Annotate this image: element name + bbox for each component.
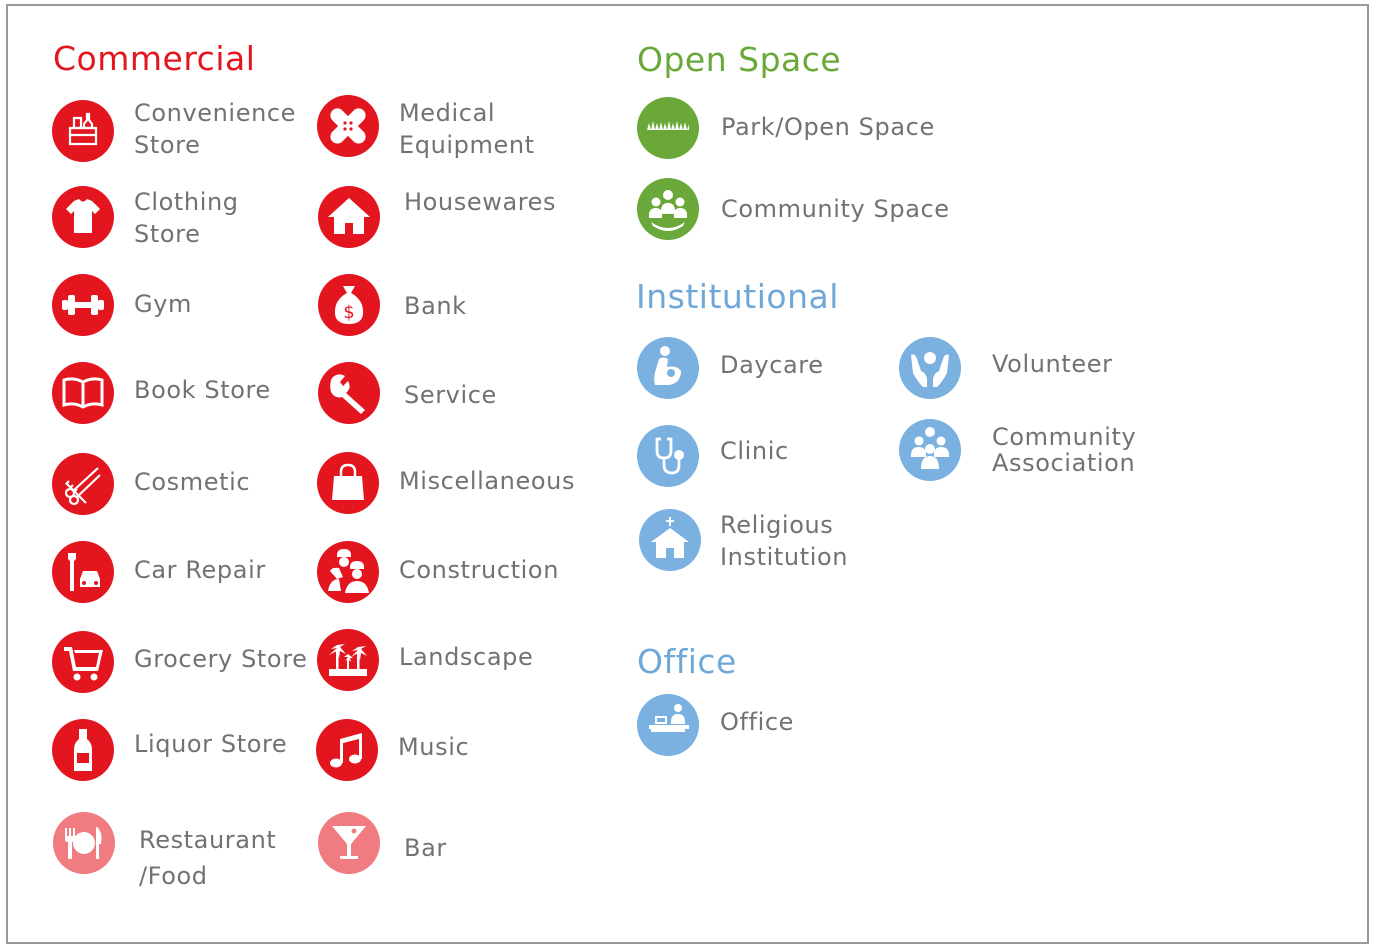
institutional-heading: Institutional [636, 277, 839, 316]
svg-text:$: $ [343, 302, 354, 323]
legend-label-music: Music [398, 733, 470, 761]
legend-label-clinic: Clinic [720, 437, 789, 465]
legend-label-clothing-store: Clothing Store [134, 188, 239, 248]
cart-icon [52, 631, 114, 693]
legend-label-grocery-store: Grocery Store [134, 645, 308, 673]
shop-bag-icon [52, 100, 114, 162]
music-note-icon [316, 719, 378, 781]
legend-label-office: Office [720, 708, 795, 736]
church-icon [639, 509, 701, 571]
open-space-heading: Open Space [637, 40, 842, 79]
bottle-icon [52, 719, 114, 781]
dumbbell-icon [52, 274, 114, 336]
legend-label-religious-institution: Religious Institution [720, 511, 849, 571]
workers-icon [317, 541, 379, 603]
legend-label-miscellaneous: Miscellaneous [399, 467, 576, 495]
legend-label-community-space: Community Space [721, 195, 950, 223]
book-icon [52, 362, 114, 424]
legend-label-park-open-space: Park/Open Space [721, 113, 935, 141]
mother-child-icon [637, 337, 699, 399]
legend-label-bank: Bank [404, 292, 467, 320]
stethoscope-icon [637, 425, 699, 487]
legend-label-housewares: Housewares [404, 188, 557, 216]
legend-label-car-repair: Car Repair [134, 556, 266, 584]
legend-label-landscape: Landscape [399, 643, 534, 671]
cocktail-icon [318, 812, 380, 874]
legend-label-convenience-store: Convenience Store [134, 99, 297, 159]
legend-label-service: Service [404, 381, 497, 409]
legend-label-book-store: Book Store [134, 376, 271, 404]
legend-label-restaurant-food: Restaurant/Food [139, 826, 277, 890]
bandage-icon [317, 95, 379, 157]
tshirt-icon [52, 186, 114, 248]
scissors-comb-icon [52, 453, 114, 515]
house-icon [318, 186, 380, 248]
desk-person-icon [637, 694, 699, 756]
legend-label-gym: Gym [134, 290, 192, 318]
wrench-icon [318, 362, 380, 424]
legend-label-liquor-store: Liquor Store [134, 730, 288, 758]
car-wrench-icon [52, 541, 114, 603]
commercial-heading: Commercial [53, 39, 256, 78]
office-heading: Office [637, 642, 737, 681]
shopping-bag-icon [317, 452, 379, 514]
legend-label-bar: Bar [404, 834, 447, 862]
legend-label-community-association: Community Association [992, 423, 1137, 477]
legend-label-construction: Construction [399, 556, 560, 584]
palm-trees-icon [317, 629, 379, 691]
money-bag-icon: $ [318, 274, 380, 336]
legend-label-cosmetic: Cosmetic [134, 468, 251, 496]
legend-label-volunteer: Volunteer [992, 350, 1113, 378]
legend-label-daycare: Daycare [720, 351, 824, 379]
grass-icon [637, 97, 699, 159]
plate-cutlery-icon [53, 812, 115, 874]
people-circle-icon [637, 178, 699, 240]
legend-label-medical-equipment: Medical Equipment [399, 99, 535, 159]
hands-person-icon [899, 337, 961, 399]
people-group-icon [899, 419, 961, 481]
